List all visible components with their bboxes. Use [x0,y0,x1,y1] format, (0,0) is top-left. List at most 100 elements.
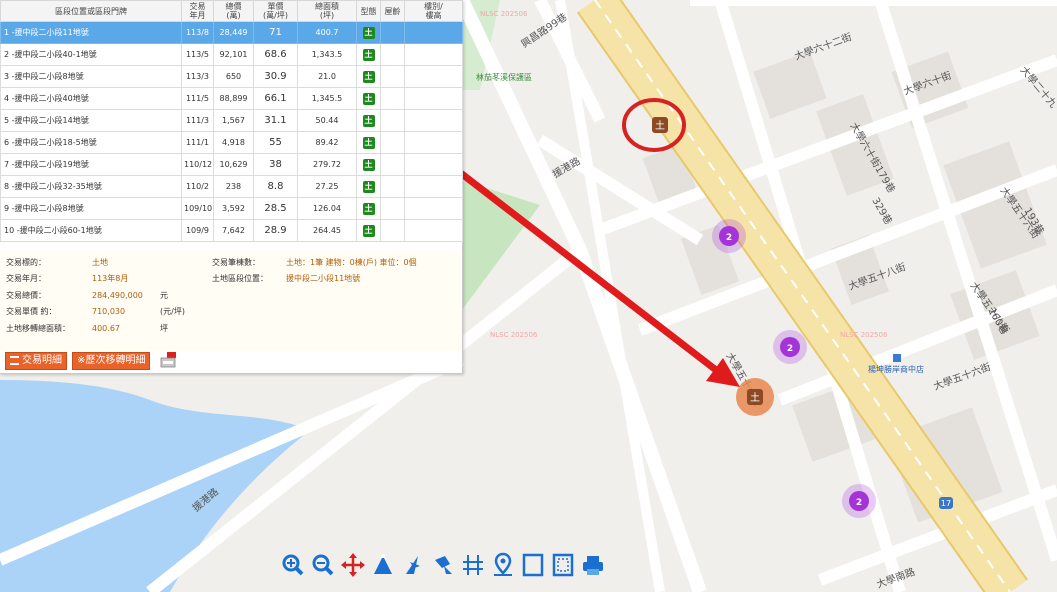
grid-icon[interactable] [460,550,486,580]
age-cell [380,65,405,88]
type-cell: 土 [356,175,381,198]
select-polygon-icon[interactable] [430,550,456,580]
table-row[interactable]: 6 -援中段二小段18-5地號 111/1 4,918 55 89.42 土 [0,131,463,154]
unit-price-cell: 38 [253,153,298,176]
transfer-history-button[interactable]: ※歷次移轉明細 [72,352,151,370]
floor-cell [404,87,463,110]
detail-value: 土地 [92,258,108,267]
col-header[interactable]: 區段位置或區段門牌 [0,0,182,22]
result-panel: 區段位置或區段門牌 交易 年月 總價 (萬) 單價 (萬/坪) 總面積 (坪) … [0,0,463,374]
zoom-in-icon[interactable] [280,550,306,580]
type-cell: 土 [356,21,381,44]
frame-icon[interactable] [520,550,546,580]
addr-cell: 9 -援中段二小段8地號 [0,197,182,220]
land-type-badge: 土 [362,180,375,193]
area-cell: 50.44 [297,109,357,132]
date-cell: 110/12 [181,153,214,176]
table-row[interactable]: 3 -援中段二小段8地號 113/3 650 30.9 21.0 土 [0,65,463,88]
floor-cell [404,109,463,132]
printer-icon[interactable] [580,550,606,580]
col-header[interactable]: 總價 (萬) [213,0,254,22]
location-pin-icon[interactable] [490,550,516,580]
land-marker-selected[interactable]: 土 [736,378,774,416]
list-icon [10,355,19,365]
route-shield: 17 [939,497,953,509]
pdf-export-icon[interactable] [160,352,178,368]
detail-value: 710,030 [92,307,126,316]
zoom-out-icon[interactable] [310,550,336,580]
area-cell: 1,343.5 [297,43,357,66]
detail-value: 284,490,000 [92,291,143,300]
age-cell [380,197,405,220]
unit-price-cell: 8.8 [253,175,298,198]
total-price-cell: 1,567 [213,109,254,132]
type-cell: 土 [356,87,381,110]
table-row[interactable]: 7 -援中段二小段19地號 110/12 10,629 38 279.72 土 [0,153,463,176]
cluster-marker[interactable]: 2 [842,484,876,518]
date-cell: 111/1 [181,131,214,154]
floor-cell [404,153,463,176]
type-cell: 土 [356,65,381,88]
table-row[interactable]: 4 -援中段二小段40地號 111/5 88,899 66.1 1,345.5 土 [0,87,463,110]
date-cell: 113/5 [181,43,214,66]
age-cell [380,131,405,154]
addr-cell: 3 -援中段二小段8地號 [0,65,182,88]
transaction-table: 區段位置或區段門牌 交易 年月 總價 (萬) 單價 (萬/坪) 總面積 (坪) … [0,0,463,242]
col-header[interactable]: 總面積 (坪) [297,0,357,22]
total-price-cell: 28,449 [213,21,254,44]
cluster-marker[interactable]: 2 [712,219,746,253]
table-row[interactable]: 9 -援中段二小段8地號 109/10 3,592 28.5 126.04 土 [0,197,463,220]
col-header[interactable]: 交易 年月 [181,0,214,22]
poi-label: 楊坤勝岸商中店 [868,364,924,374]
action-buttons: 交易明細 ※歷次移轉明細 [5,352,178,370]
date-cell: 111/3 [181,109,214,132]
store-icon [893,354,901,362]
age-cell [380,87,405,110]
date-cell: 109/9 [181,219,214,242]
land-type-badge: 土 [362,48,375,61]
detail-label: 土地移轉總面積： [6,324,70,333]
age-cell [380,153,405,176]
land-type-badge: 土 [362,158,375,171]
floor-cell [404,197,463,220]
select-icon[interactable] [400,550,426,580]
table-row[interactable]: 2 -援中段二小段40-1地號 113/5 92,101 68.6 1,343.5 土 [0,43,463,66]
col-header[interactable]: 屋齡 [380,0,405,22]
pan-icon[interactable] [340,550,366,580]
total-price-cell: 10,629 [213,153,254,176]
detail-label: 土地區段位置： [212,274,268,283]
total-price-cell: 650 [213,65,254,88]
area-cell: 264.45 [297,219,357,242]
type-cell: 土 [356,43,381,66]
transaction-detail-button[interactable]: 交易明細 [5,352,67,370]
table-row[interactable]: 8 -援中段二小段32-35地號 110/2 238 8.8 27.25 土 [0,175,463,198]
age-cell [380,219,405,242]
unit-price-cell: 28.9 [253,219,298,242]
total-price-cell: 4,918 [213,131,254,154]
age-cell [380,109,405,132]
age-cell [380,21,405,44]
land-type-badge: 土 [362,224,375,237]
table-row[interactable]: 10 -援中段二小段60-1地號 109/9 7,642 28.9 264.45 土 [0,219,463,242]
measure-area-icon[interactable] [370,550,396,580]
poi-label: 林茄苳溪保護區 [476,72,532,82]
detail-unit: (元/坪) [160,307,185,316]
area-cell: 27.25 [297,175,357,198]
area-cell: 126.04 [297,197,357,220]
type-cell: 土 [356,131,381,154]
detail-unit: 坪 [160,324,168,333]
cluster-marker[interactable]: 2 [773,330,807,364]
addr-cell: 10 -援中段二小段60-1地號 [0,219,182,242]
table-row[interactable]: 1 -援中段二小段11地號 113/8 28,449 71 400.7 土 [0,21,463,44]
date-cell: 113/8 [181,21,214,44]
col-header[interactable]: 型態 [356,0,381,22]
total-price-cell: 7,642 [213,219,254,242]
addr-cell: 8 -援中段二小段32-35地號 [0,175,182,198]
area-cell: 89.42 [297,131,357,154]
col-header[interactable]: 單價 (萬/坪) [253,0,298,22]
col-header[interactable]: 樓別/ 樓高 [404,0,463,22]
total-price-cell: 88,899 [213,87,254,110]
unit-price-cell: 68.6 [253,43,298,66]
table-row[interactable]: 5 -援中段二小段14地號 111/3 1,567 31.1 50.44 土 [0,109,463,132]
frame-dashed-icon[interactable] [550,550,576,580]
